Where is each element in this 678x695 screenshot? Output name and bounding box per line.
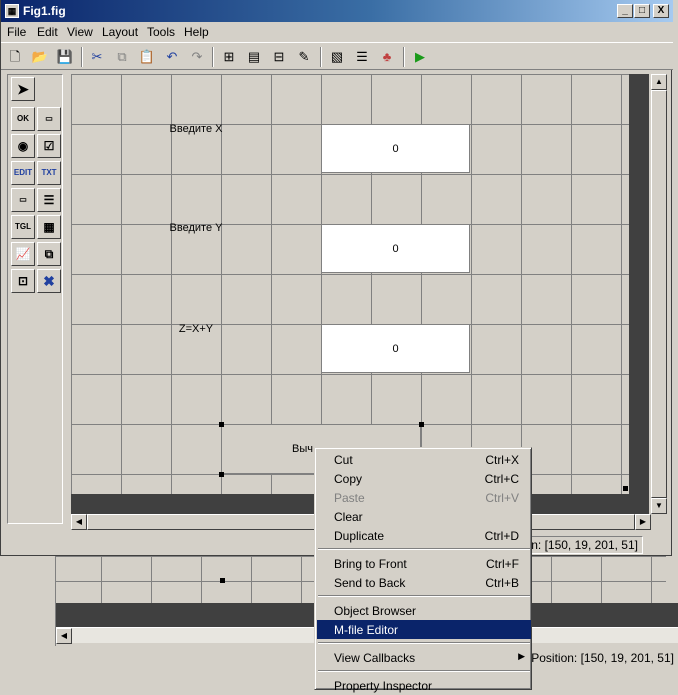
selection-handle-tr[interactable]: [419, 422, 424, 427]
axes-tool-icon[interactable]: 📈: [11, 242, 35, 266]
selection-handle-bl[interactable]: [219, 472, 224, 477]
paste-icon[interactable]: 📋: [137, 47, 157, 67]
scroll-right-icon[interactable]: ▶: [635, 514, 651, 530]
window-title: Fig1.fig: [23, 4, 66, 18]
vertical-scrollbar[interactable]: ▲ ▼: [651, 74, 667, 514]
menu-separator: [318, 642, 530, 644]
toolbar: 🗋 📂 💾 ✂ ⧉ 📋 ↶ ↷ ⊞ ▤ ⊟ ✎ ▧ ☰ ♣ ▶: [1, 42, 673, 70]
label-enter-y[interactable]: Введите Y: [146, 222, 246, 234]
mfile-editor-icon[interactable]: ▧: [327, 47, 347, 67]
scroll-left-icon[interactable]: ◀: [71, 514, 87, 530]
edit-z[interactable]: 0: [321, 324, 470, 373]
menu-item-clear[interactable]: Clear: [317, 507, 531, 526]
pushbutton-tool-icon[interactable]: OK: [11, 107, 35, 131]
menu-bar: File Edit View Layout Tools Help: [1, 22, 673, 42]
object-browser-icon[interactable]: ♣: [377, 47, 397, 67]
menu-item-object-browser[interactable]: Object Browser: [317, 601, 531, 620]
component-palette: ➤ OK ▭ ◉ ☑ EDIT TXT ▭ ☰ TGL ▦ 📈 ⧉ ⊡ ✖: [7, 74, 63, 524]
listbox-tool-icon[interactable]: ☰: [37, 188, 61, 212]
background-palette: [0, 556, 56, 646]
radio-tool-icon[interactable]: ◉: [11, 134, 35, 158]
new-icon[interactable]: 🗋: [5, 47, 25, 67]
select-tool-icon[interactable]: ➤: [11, 77, 35, 101]
context-menu: Cut Ctrl+X Copy Ctrl+C Paste Ctrl+V Clear D…: [314, 447, 532, 693]
slider-tool-icon[interactable]: ▭: [37, 107, 61, 131]
menu-layout[interactable]: Layout: [102, 25, 138, 39]
property-inspector-icon[interactable]: ☰: [352, 47, 372, 67]
edit-x[interactable]: 0: [321, 124, 470, 173]
label-z-sum[interactable]: Z=X+Y: [146, 323, 246, 335]
align-objects-icon[interactable]: ⊞: [219, 47, 239, 67]
menu-separator: [318, 595, 530, 597]
edit-y[interactable]: 0: [321, 224, 470, 273]
activex-tool-icon[interactable]: ✖: [37, 269, 61, 293]
menu-item-mfile-editor[interactable]: M-file Editor: [317, 620, 531, 639]
menu-item-bring-to-front[interactable]: Bring to Front Ctrl+F: [317, 554, 531, 573]
cut-icon[interactable]: ✂: [87, 47, 107, 67]
canvas-resize-handle[interactable]: [623, 486, 628, 491]
open-icon[interactable]: 📂: [30, 47, 50, 67]
toggle-tool-icon[interactable]: TGL: [11, 215, 35, 239]
tab-order-editor-icon[interactable]: ⊟: [269, 47, 289, 67]
figure-icon: ▦: [5, 4, 19, 18]
menu-help[interactable]: Help: [184, 25, 209, 39]
undo-icon[interactable]: ↶: [162, 47, 182, 67]
canvas-border-right: [629, 74, 649, 504]
copy-icon[interactable]: ⧉: [112, 47, 132, 67]
text-tool-icon[interactable]: TXT: [37, 161, 61, 185]
selection-handle-tl[interactable]: [219, 422, 224, 427]
scroll-up-icon[interactable]: ▲: [651, 74, 667, 90]
scroll-down-icon[interactable]: ▼: [651, 498, 667, 514]
popup-tool-icon[interactable]: ▭: [11, 188, 35, 212]
buttongroup-tool-icon[interactable]: ⊡: [11, 269, 35, 293]
run-icon[interactable]: ▶: [410, 47, 430, 67]
menu-item-duplicate[interactable]: Duplicate Ctrl+D: [317, 526, 531, 545]
menu-separator: [318, 670, 530, 672]
scroll-left-icon[interactable]: ◀: [56, 628, 72, 644]
menu-item-send-to-back[interactable]: Send to Back Ctrl+B: [317, 573, 531, 592]
menu-file[interactable]: File: [7, 25, 26, 39]
edit-tool-icon[interactable]: EDIT: [11, 161, 35, 185]
menu-item-view-callbacks[interactable]: View Callbacks ▶: [317, 648, 531, 667]
menu-edit[interactable]: Edit: [37, 25, 58, 39]
vscroll-thumb[interactable]: [651, 90, 667, 498]
toolbar-editor-icon[interactable]: ✎: [294, 47, 314, 67]
menu-item-copy[interactable]: Copy Ctrl+C: [317, 469, 531, 488]
table-tool-icon[interactable]: ▦: [37, 215, 61, 239]
background-selection-handle: [220, 578, 225, 583]
status-position: n: [150, 19, 201, 51]: [526, 536, 643, 554]
redo-icon[interactable]: ↷: [187, 47, 207, 67]
close-button[interactable]: X: [653, 4, 669, 18]
menu-item-paste: Paste Ctrl+V: [334, 491, 519, 505]
menu-tools[interactable]: Tools: [147, 25, 175, 39]
menu-view[interactable]: View: [67, 25, 93, 39]
menu-editor-icon[interactable]: ▤: [244, 47, 264, 67]
title-bar[interactable]: ▦ Fig1.fig _ □ X: [1, 0, 673, 22]
menu-separator: [318, 548, 530, 550]
label-enter-x[interactable]: Введите X: [146, 123, 246, 135]
checkbox-tool-icon[interactable]: ☑: [37, 134, 61, 158]
menu-item-cut[interactable]: Cut Ctrl+X: [317, 450, 531, 469]
maximize-button[interactable]: □: [634, 4, 650, 18]
menu-item-property-inspector[interactable]: Property Inspector: [317, 676, 531, 695]
minimize-button[interactable]: _: [617, 4, 633, 18]
calculate-button-label: Выч: [292, 443, 313, 455]
save-icon[interactable]: 💾: [55, 47, 75, 67]
panel-tool-icon[interactable]: ⧉: [37, 242, 61, 266]
submenu-arrow-icon: ▶: [518, 651, 525, 661]
background-status-text: Position: [150, 19, 201, 51]: [531, 651, 674, 665]
